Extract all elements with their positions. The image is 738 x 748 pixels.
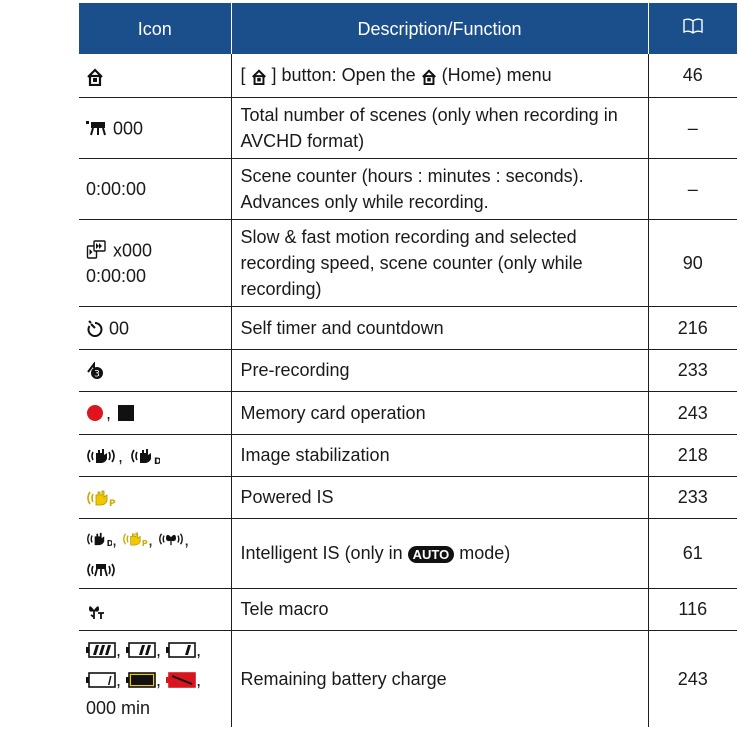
slow-fast-motion-icon bbox=[86, 240, 108, 260]
page-cell: 90 bbox=[648, 219, 737, 307]
icon-cell bbox=[79, 588, 232, 631]
page-cell: – bbox=[648, 97, 737, 159]
home-icon bbox=[86, 67, 104, 86]
description-cell: Remaining battery charge bbox=[231, 630, 649, 728]
auto-mode-badge: AUTO bbox=[407, 545, 455, 563]
battery-two-thirds-icon bbox=[126, 642, 156, 658]
table-row: x000 0:00:00 Slow & fast motion recordin… bbox=[79, 219, 737, 307]
image-stabilizer-icon bbox=[86, 447, 116, 465]
page-cell: 216 bbox=[648, 306, 737, 350]
battery-empty-icon bbox=[86, 671, 116, 688]
dynamic-stabilizer-icon: D bbox=[86, 530, 112, 548]
description-cell: Slow & fast motion recording and selecte… bbox=[231, 219, 649, 307]
page-cell: 61 bbox=[648, 518, 737, 589]
description-cell: Scene counter (hours : minutes : seconds… bbox=[231, 158, 649, 220]
page-cell: 243 bbox=[677, 669, 708, 689]
tele-macro-icon bbox=[86, 602, 106, 620]
table-row: , Memory card operation 243 bbox=[79, 391, 737, 435]
table-row: , , , , , , 000 min Remaining battery ch… bbox=[79, 630, 737, 728]
header-page bbox=[648, 3, 737, 54]
icon-cell: , D bbox=[79, 434, 232, 477]
icon-cell: 00 bbox=[79, 306, 232, 350]
battery-one-third-icon bbox=[166, 642, 196, 658]
table-row: , D Image stabilization 218 bbox=[79, 434, 737, 477]
table-row: 00 Self timer and countdown 216 bbox=[79, 306, 737, 350]
macro-stabilizer-icon bbox=[158, 530, 184, 548]
battery-low-icon bbox=[126, 671, 156, 688]
description-cell: Pre-recording bbox=[231, 349, 649, 392]
icon-cell: , bbox=[79, 391, 232, 435]
powered-is-icon: P bbox=[122, 530, 148, 548]
table-row: P Powered IS 233 bbox=[79, 476, 737, 519]
description-cell: Tele macro bbox=[231, 588, 649, 631]
table-row: [ ] button: Open the (Home) menu 46 bbox=[79, 54, 737, 98]
icon-cell: , , , , , , 000 min bbox=[79, 630, 232, 728]
header-description: Description/Function bbox=[231, 3, 649, 54]
icon-cell bbox=[79, 54, 232, 98]
home-icon bbox=[421, 68, 437, 85]
description-cell: Intelligent IS (only in AUTO mode) bbox=[231, 518, 649, 589]
description-cell: Image stabilization bbox=[231, 434, 649, 477]
description-cell: Self timer and countdown bbox=[231, 306, 649, 350]
icon-reference-table: Icon Description/Function [ ] button: Op… bbox=[79, 3, 737, 728]
page-cell: 243 bbox=[648, 391, 737, 435]
page-cell: – bbox=[648, 158, 737, 220]
record-dot-icon bbox=[86, 404, 104, 422]
description-cell: [ ] button: Open the (Home) menu bbox=[231, 54, 649, 98]
svg-text:P: P bbox=[109, 499, 116, 507]
description-cell: Powered IS bbox=[231, 476, 649, 519]
page-cell: 46 bbox=[648, 54, 737, 98]
description-cell: Memory card operation bbox=[231, 391, 649, 435]
table-row: 3 Pre-recording 233 bbox=[79, 349, 737, 392]
stop-square-icon bbox=[118, 405, 135, 422]
table-row: D , P , , Intelligent IS (only in AUTO m… bbox=[79, 518, 737, 589]
icon-cell: 000 bbox=[79, 97, 232, 159]
book-icon bbox=[682, 16, 704, 42]
movie-camera-icon bbox=[86, 120, 108, 136]
icon-cell: P bbox=[79, 476, 232, 519]
table-row: Tele macro 116 bbox=[79, 588, 737, 631]
battery-exhausted-icon bbox=[166, 671, 196, 688]
svg-text:3: 3 bbox=[94, 370, 100, 380]
page-cell: 233 bbox=[648, 349, 737, 392]
page-cell: 116 bbox=[648, 588, 737, 631]
powered-is-icon: P bbox=[86, 489, 116, 507]
table-row: 000 Total number of scenes (only when re… bbox=[79, 97, 737, 159]
pre-recording-icon: 3 bbox=[86, 362, 104, 380]
icon-cell: x000 0:00:00 bbox=[79, 219, 232, 307]
dynamic-stabilizer-icon: D bbox=[130, 447, 160, 465]
icon-cell: 0:00:00 bbox=[79, 158, 232, 220]
home-icon bbox=[251, 68, 267, 85]
svg-text:D: D bbox=[154, 457, 160, 465]
self-timer-icon bbox=[86, 319, 104, 338]
battery-full-icon bbox=[86, 642, 116, 658]
icon-cell: 3 bbox=[79, 349, 232, 392]
table-row: 0:00:00 Scene counter (hours : minutes :… bbox=[79, 158, 737, 220]
page-cell: 233 bbox=[648, 476, 737, 519]
icon-cell: D , P , , bbox=[79, 518, 232, 589]
tripod-stabilizer-icon bbox=[86, 561, 116, 579]
table-header-row: Icon Description/Function bbox=[79, 3, 737, 54]
description-cell: Total number of scenes (only when record… bbox=[231, 97, 649, 159]
header-icon: Icon bbox=[79, 3, 232, 54]
icon-reference-table-wrap: Icon Description/Function [ ] button: Op… bbox=[0, 3, 738, 728]
page-cell: 218 bbox=[648, 434, 737, 477]
